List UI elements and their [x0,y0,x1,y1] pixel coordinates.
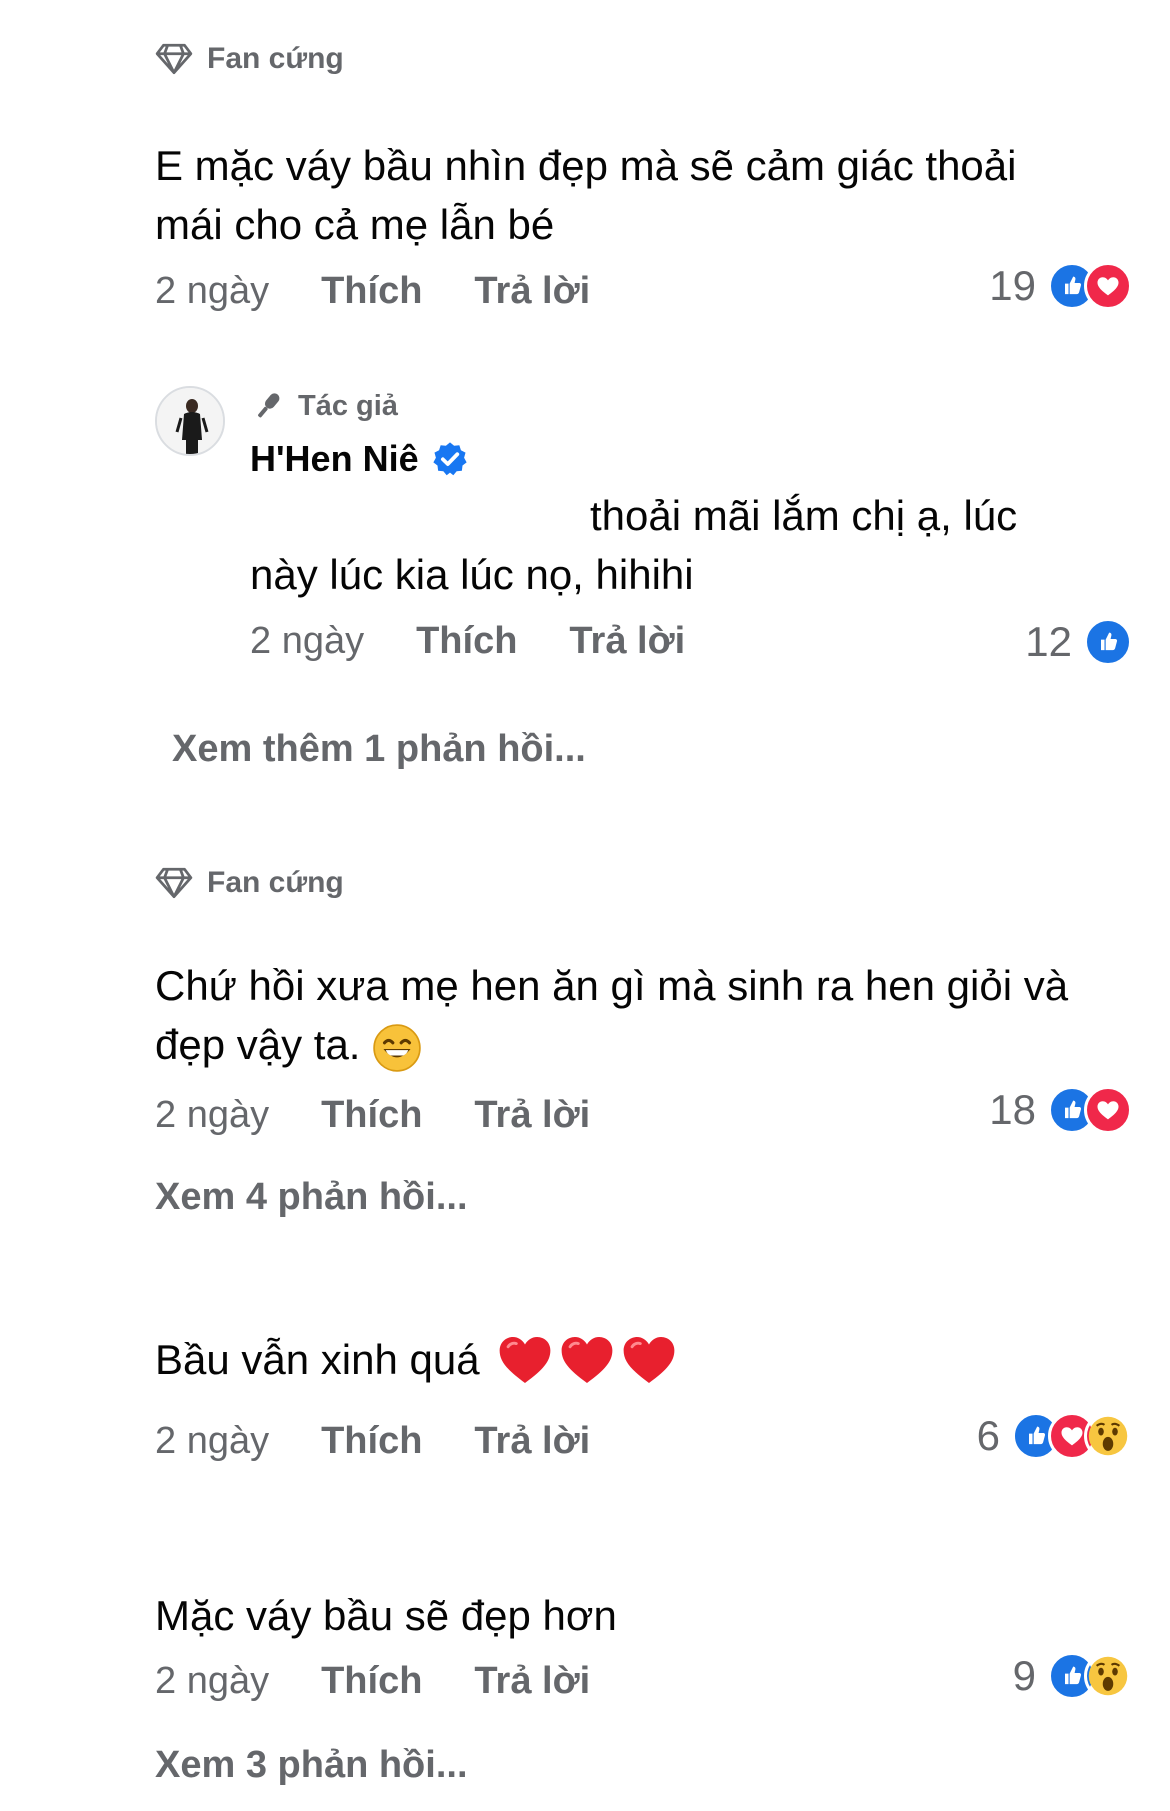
avatar-image [157,388,223,454]
like-button[interactable]: Thích [321,1660,422,1703]
love-icon [1084,1086,1132,1134]
fan-badge: Fan cứng [155,866,344,900]
reply-actions: 2 ngày Thích Trả lời [250,620,685,663]
fan-badge-label: Fan cứng [207,866,344,899]
reply-button[interactable]: Trả lời [474,1420,590,1463]
reply-button[interactable]: Trả lời [474,1094,590,1137]
reaction-count: 18 [989,1086,1036,1133]
red-heart-emoji [558,1331,616,1389]
reaction-summary[interactable]: 19 [989,262,1132,310]
like-button[interactable]: Thích [416,620,517,663]
comment-time[interactable]: 2 ngày [155,1420,269,1463]
verified-icon [431,440,469,478]
wow-icon [1084,1652,1132,1700]
reaction-count: 9 [1012,1652,1036,1699]
reaction-count: 12 [1025,618,1072,665]
comment-text: Chứ hồi xưa mẹ hen ăn gì mà sinh ra hen … [155,956,1135,1074]
fan-badge-label: Fan cứng [207,42,344,75]
author-name-text: H'Hen Niê [250,438,419,479]
comment-text: E mặc váy bầu nhìn đẹp mà sẽ cảm giác th… [155,142,1017,248]
like-button[interactable]: Thích [321,1094,422,1137]
reaction-count: 19 [989,262,1036,309]
author-badge: Tác giả [250,388,398,424]
view-more-replies-link[interactable]: Xem thêm 1 phản hồi... [172,728,586,771]
like-button[interactable]: Thích [321,270,422,313]
comment-actions: 2 ngày Thích Trả lời [155,1420,590,1463]
view-replies-link[interactable]: Xem 3 phản hồi... [155,1744,468,1787]
reaction-count: 6 [976,1412,1000,1459]
like-icon [1084,618,1132,666]
reply-text-line1: thoải mãi lắm chị ạ, lúc [590,492,1018,539]
comment-actions: 2 ngày Thích Trả lời [155,1660,590,1703]
reaction-summary[interactable]: 18 [989,1086,1132,1134]
diamond-icon [155,867,193,899]
microphone-icon [250,388,286,424]
like-button[interactable]: Thích [321,1420,422,1463]
author-name[interactable]: H'Hen Niê [250,438,469,480]
red-heart-emoji [496,1331,554,1389]
comment-time[interactable]: 2 ngày [155,1094,269,1137]
fan-badge: Fan cứng [155,42,344,76]
comment-text: Mặc váy bầu sẽ đẹp hơn [155,1592,617,1639]
wow-icon [1084,1412,1132,1460]
reaction-summary[interactable]: 9 [1013,1652,1132,1700]
comment-time[interactable]: 2 ngày [155,270,269,313]
reaction-summary[interactable]: 12 [1025,618,1132,666]
comment-text-body: Bầu vẫn xinh quá [155,1336,480,1383]
author-badge-label: Tác giả [298,389,398,422]
diamond-icon [155,43,193,75]
reply-text-line2: này lúc kia lúc nọ, hihihi [250,551,694,598]
reply-button[interactable]: Trả lời [474,1660,590,1703]
comment-text-body: Chứ hồi xưa mẹ hen ăn gì mà sinh ra hen … [155,962,1069,1068]
comment-actions: 2 ngày Thích Trả lời [155,270,590,313]
love-icon [1084,262,1132,310]
comment-time[interactable]: 2 ngày [155,1660,269,1703]
reply-button[interactable]: Trả lời [569,620,685,663]
grinning-face-emoji [372,1023,422,1073]
comment-actions: 2 ngày Thích Trả lời [155,1094,590,1137]
comment-text: Bầu vẫn xinh quá [155,1330,678,1389]
view-replies-link[interactable]: Xem 4 phản hồi... [155,1176,468,1219]
avatar[interactable] [155,386,225,456]
reaction-summary[interactable]: 6 [977,1412,1132,1460]
reply-time[interactable]: 2 ngày [250,620,364,663]
reply-button[interactable]: Trả lời [474,270,590,313]
red-heart-emoji [620,1331,678,1389]
